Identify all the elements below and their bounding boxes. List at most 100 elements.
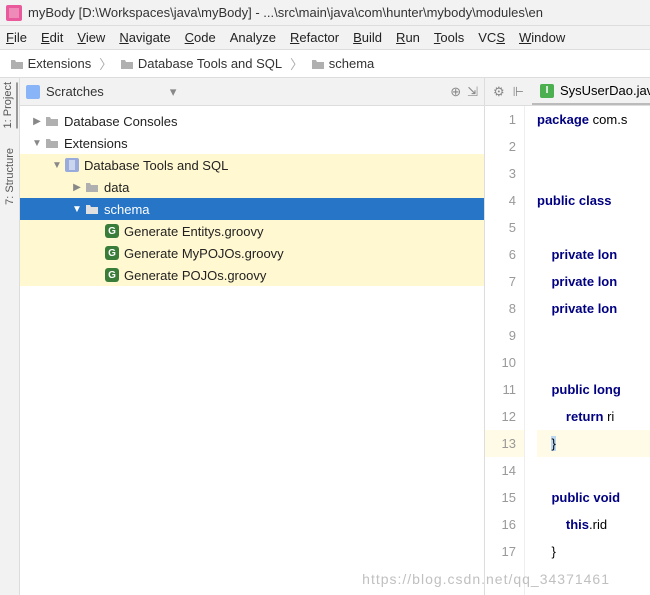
line-number: 7 [485,268,524,295]
code-line[interactable]: public long [537,376,650,403]
line-number: 5 [485,214,524,241]
crumb-extensions[interactable]: Extensions [6,56,95,71]
collapse-icon[interactable]: ⇲ [467,84,478,100]
expand-arrow-icon[interactable]: ▶ [30,116,44,127]
plugin-icon [64,158,80,172]
title-bar: myBody [D:\Workspaces\java\myBody] - ...… [0,0,650,26]
hide-icon[interactable]: ⊩ [513,84,524,100]
code-line[interactable] [537,133,650,160]
code-line[interactable] [537,457,650,484]
menu-edit[interactable]: Edit [41,30,63,45]
chevron-icon: 〉 [286,54,307,73]
menu-file[interactable]: File [6,30,27,45]
panel-title: Scratches [46,84,104,99]
ide-icon [6,5,22,21]
editor-tab[interactable]: I SysUserDao.java × [532,78,650,105]
tree-item[interactable]: ▶ data [20,176,484,198]
line-number: 14 [485,457,524,484]
code-line[interactable]: private lon [537,295,650,322]
code-editor[interactable]: 1234567891011121314151617 package com.s … [485,106,650,595]
target-icon[interactable]: ⊕ [450,84,461,100]
code-line[interactable] [537,214,650,241]
tree-item[interactable]: ▼ Extensions [20,132,484,154]
line-number: 16 [485,511,524,538]
groovy-icon: G [104,246,120,260]
code-body[interactable]: package com.s public class private lon p… [525,106,650,595]
menu-code[interactable]: Code [185,30,216,45]
crumb-schema[interactable]: schema [307,56,378,71]
folder-icon [84,181,100,193]
line-number: 6 [485,241,524,268]
groovy-icon: G [104,224,120,238]
line-number: 3 [485,160,524,187]
code-line[interactable]: } [537,538,650,565]
line-number: 2 [485,133,524,160]
code-line[interactable] [537,322,650,349]
code-line[interactable]: this.rid [537,511,650,538]
code-line[interactable]: public class [537,187,650,214]
menu-tools[interactable]: Tools [434,30,464,45]
menu-vcs[interactable]: VCS [478,30,505,45]
line-number: 8 [485,295,524,322]
gear-icon[interactable]: ⚙ [493,84,505,100]
menu-view[interactable]: View [77,30,105,45]
groovy-icon: G [104,268,120,282]
project-tree[interactable]: ▶Database Consoles▼Extensions▼Database T… [20,106,484,595]
window-title: myBody [D:\Workspaces\java\myBody] - ...… [28,5,543,20]
expand-arrow-icon[interactable]: ▼ [30,138,44,149]
line-gutter: 1234567891011121314151617 [485,106,525,595]
tree-item[interactable]: ▶Database Consoles [20,110,484,132]
line-number: 10 [485,349,524,376]
menu-refactor[interactable]: Refactor [290,30,339,45]
crumb-database-tools-and-sql[interactable]: Database Tools and SQL [116,56,286,71]
scratches-icon [26,85,40,99]
code-line[interactable]: return ri [537,403,650,430]
code-line[interactable] [537,349,650,376]
folder-icon [44,115,60,127]
tree-item[interactable]: G Generate MyPOJOs.groovy [20,242,484,264]
menu-run[interactable]: Run [396,30,420,45]
tree-label: data [104,180,129,195]
menu-navigate[interactable]: Navigate [119,30,170,45]
interface-badge-icon: I [540,84,554,98]
line-number: 11 [485,376,524,403]
line-number: 15 [485,484,524,511]
folder-icon [44,137,60,149]
tree-item[interactable]: GGenerate POJOs.groovy [20,264,484,286]
line-number: 1 [485,106,524,133]
expand-arrow-icon[interactable]: ▶ [70,182,84,193]
menu-analyze[interactable]: Analyze [230,30,276,45]
expand-arrow-icon[interactable]: ▼ [50,160,64,171]
line-number: 4 [485,187,524,214]
panel-header: Scratches ▾ ⊕ ⇲ [20,78,484,106]
tree-label: Database Tools and SQL [84,158,228,173]
code-line[interactable]: private lon [537,268,650,295]
editor-area: ⚙ ⊩ I SysUserDao.java × 1234567891011121… [485,78,650,595]
code-line[interactable]: private lon [537,241,650,268]
tree-item[interactable]: ▼ Database Tools and SQL [20,154,484,176]
side-tool-tabs: 1: Project 7: Structure [0,78,20,595]
menu-build[interactable]: Build [353,30,382,45]
code-line[interactable] [537,160,650,187]
tree-item[interactable]: ▼schema [20,198,484,220]
code-line[interactable]: } [537,430,650,457]
tool-tab-project[interactable]: 1: Project [2,82,18,128]
editor-tab-label: SysUserDao.java [560,83,650,98]
line-number: 17 [485,538,524,565]
project-panel: Scratches ▾ ⊕ ⇲ ▶Database Consoles▼Exten… [20,78,485,595]
dropdown-icon[interactable]: ▾ [170,84,177,100]
editor-tabs: ⚙ ⊩ I SysUserDao.java × [485,78,650,106]
line-number: 13 [485,430,524,457]
code-line[interactable]: package com.s [537,106,650,133]
line-number: 12 [485,403,524,430]
chevron-icon: 〉 [95,54,116,73]
menu-bar: File Edit View Navigate Code Analyze Refactor B… [0,26,650,50]
code-line[interactable]: public void [537,484,650,511]
folder-icon [84,203,100,215]
menu-window[interactable]: Window [519,30,565,45]
tree-item[interactable]: GGenerate Entitys.groovy [20,220,484,242]
tool-tab-structure[interactable]: 7: Structure [4,148,16,205]
tree-label: Generate MyPOJOs.groovy [124,246,284,261]
expand-arrow-icon[interactable]: ▼ [70,204,84,215]
tree-label: Extensions [64,136,128,151]
